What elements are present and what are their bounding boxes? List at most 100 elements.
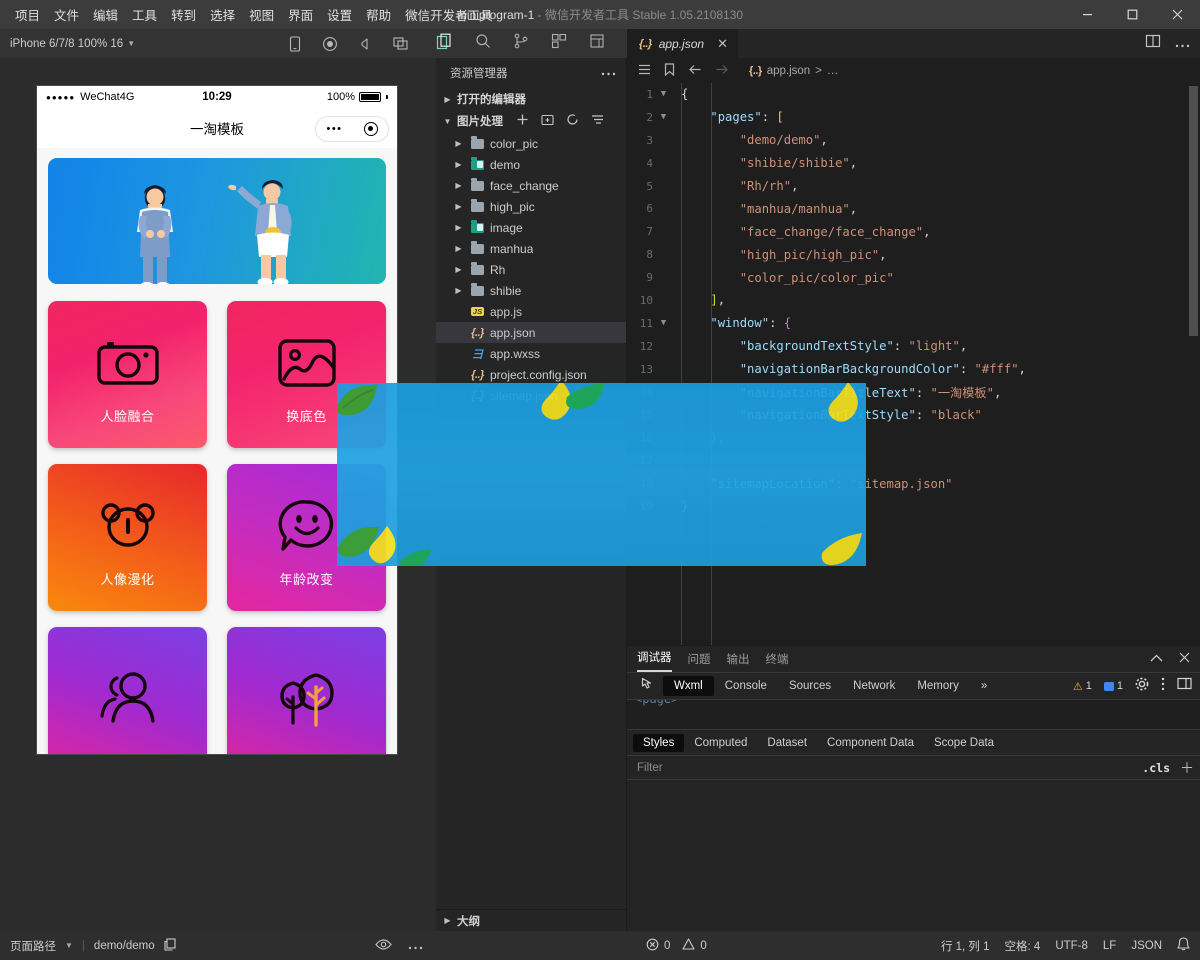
split-editor-icon[interactable] [1145, 34, 1161, 53]
back-icon[interactable] [688, 64, 702, 78]
new-folder-icon[interactable] [541, 114, 554, 129]
plus-icon[interactable]: ＋ [1180, 758, 1194, 778]
feature-card-age-change[interactable]: 年龄改变 [227, 464, 386, 611]
bell-icon[interactable] [1177, 937, 1190, 954]
editor-scrollbar[interactable] [1189, 86, 1198, 336]
volume-icon[interactable] [358, 37, 373, 51]
chevron-right-icon[interactable]: ▶ [452, 223, 465, 232]
chevron-right-icon[interactable]: ▶ [452, 286, 465, 295]
feature-card-portrait-cartoon[interactable]: 人像漫化 [48, 464, 207, 611]
code-area[interactable]: 1▼{2▼ "pages": [3 "demo/demo",4 "shibie/… [627, 83, 1200, 667]
chevron-down-icon[interactable]: ▼ [65, 941, 73, 950]
capsule-close-icon[interactable] [364, 122, 378, 136]
tree-item-rh[interactable]: ▶ Rh [436, 259, 626, 280]
tree-item-app-json[interactable]: {..} app.json [436, 322, 626, 343]
tree-item-shibie[interactable]: ▶ shibie [436, 280, 626, 301]
devtools-tab-overflow[interactable]: » [970, 676, 998, 696]
devtools-tab-wxml[interactable]: Wxml [663, 676, 714, 696]
styles-tab-computed[interactable]: Computed [684, 734, 757, 752]
files-icon[interactable] [436, 33, 453, 55]
tree-item-app-wxss[interactable]: 彐 app.wxss [436, 343, 626, 364]
styles-tab-dataset[interactable]: Dataset [757, 734, 817, 752]
refresh-icon[interactable] [566, 113, 579, 129]
explorer-section-outline[interactable]: ▶ 大纲 [436, 909, 627, 931]
fold-chevron-icon[interactable]: ▼ [655, 318, 672, 328]
menu-item-tools[interactable]: 工具 [125, 1, 164, 28]
status-problem-counts[interactable]: 0 0 [646, 938, 707, 954]
styles-tab-scope-data[interactable]: Scope Data [924, 734, 1004, 752]
styles-tab-component-data[interactable]: Component Data [817, 734, 924, 752]
menu-item-goto[interactable]: 转到 [164, 1, 203, 28]
tree-item-demo[interactable]: ▶ demo [436, 154, 626, 175]
panel-tab-debugger[interactable]: 调试器 [637, 649, 672, 672]
phone-simulator[interactable]: ●●●●● WeChat4G 10:29 100% 一淘模板 ••• [37, 86, 397, 754]
breadcrumb-path[interactable]: {..} app.json > … [749, 65, 838, 77]
tree-item-sitemap-json[interactable]: {..} sitemap.json [436, 385, 626, 406]
device-selector[interactable]: iPhone 6/7/8 100% 16 ▼ [0, 38, 135, 50]
more-actions-icon[interactable] [1175, 35, 1190, 53]
panel-tab-terminal[interactable]: 终端 [766, 651, 789, 672]
fold-chevron-icon[interactable]: ▼ [655, 112, 672, 122]
source-control-icon[interactable] [513, 33, 529, 54]
more-vertical-icon[interactable] [1161, 677, 1165, 696]
fold-chevron-icon[interactable]: ▼ [655, 89, 672, 99]
panel-tab-output[interactable]: 输出 [727, 651, 750, 672]
more-icon[interactable] [408, 937, 423, 955]
tree-item-project-config-json[interactable]: {..} project.config.json [436, 364, 626, 385]
encoding-setting[interactable]: UTF-8 [1055, 940, 1088, 952]
feature-card-change-background[interactable]: 换底色 [227, 301, 386, 448]
devtools-tab-sources[interactable]: Sources [778, 676, 842, 696]
menu-item-help[interactable]: 帮助 [359, 1, 398, 28]
copy-icon[interactable] [164, 938, 176, 954]
more-icon[interactable] [601, 67, 616, 79]
minimap-icon[interactable] [589, 33, 605, 54]
new-file-icon[interactable] [516, 113, 529, 129]
tree-item-manhua[interactable]: ▶ manhua [436, 238, 626, 259]
promo-banner[interactable] [48, 158, 386, 284]
multiscreen-icon[interactable] [393, 36, 409, 51]
editor-tab-app-json[interactable]: {..} app.json ✕ [627, 29, 738, 58]
chevron-right-icon[interactable]: ▶ [452, 244, 465, 253]
phone-icon[interactable] [288, 36, 302, 52]
cursor-position[interactable]: 行 1, 列 1 [941, 938, 990, 954]
menu-item-settings[interactable]: 设置 [320, 1, 359, 28]
chevron-right-icon[interactable]: ▶ [452, 181, 465, 190]
tree-item-app-js[interactable]: JS app.js [436, 301, 626, 322]
record-icon[interactable] [322, 36, 338, 52]
tree-item-image[interactable]: ▶ image [436, 217, 626, 238]
feature-card-people[interactable] [48, 627, 207, 754]
settings-gear-icon[interactable] [1135, 677, 1149, 696]
indent-setting[interactable]: 空格: 4 [1005, 938, 1041, 954]
chevron-right-icon[interactable]: ▶ [452, 202, 465, 211]
status-warning-group[interactable]: 0 [682, 938, 706, 953]
extensions-icon[interactable] [551, 33, 567, 54]
outline-icon[interactable] [638, 64, 651, 78]
menu-item-interface[interactable]: 界面 [281, 1, 320, 28]
menu-item-view[interactable]: 视图 [242, 1, 281, 28]
menu-item-file[interactable]: 文件 [47, 1, 86, 28]
tree-item-high-pic[interactable]: ▶ high_pic [436, 196, 626, 217]
wechat-capsule-button[interactable]: ••• [315, 116, 389, 142]
dock-icon[interactable] [1177, 677, 1192, 695]
search-icon[interactable] [475, 33, 491, 54]
feature-card-tree[interactable] [227, 627, 386, 754]
close-icon[interactable] [1155, 0, 1200, 29]
devtools-tab-console[interactable]: Console [714, 676, 778, 696]
chevron-right-icon[interactable]: ▶ [452, 160, 465, 169]
minimize-icon[interactable] [1065, 0, 1110, 29]
filter-input[interactable]: Filter [637, 762, 1142, 774]
wxml-root-node[interactable]: <page> [635, 700, 678, 706]
menu-item-edit[interactable]: 编辑 [86, 1, 125, 28]
status-error-group[interactable]: 0 [646, 938, 670, 954]
explorer-section-open-editors[interactable]: ▶ 打开的编辑器 [436, 88, 626, 110]
tree-item-color-pic[interactable]: ▶ color_pic [436, 133, 626, 154]
panel-tab-problems[interactable]: 问题 [688, 651, 711, 672]
maximize-icon[interactable] [1110, 0, 1155, 29]
wxml-tree-view[interactable]: <page> [627, 700, 1200, 730]
bookmark-icon[interactable] [664, 63, 675, 79]
menu-item-select[interactable]: 选择 [203, 1, 242, 28]
capsule-menu-icon[interactable]: ••• [326, 123, 342, 135]
devtools-tab-memory[interactable]: Memory [906, 676, 970, 696]
collapse-all-icon[interactable] [591, 114, 604, 128]
devtools-tab-network[interactable]: Network [842, 676, 906, 696]
